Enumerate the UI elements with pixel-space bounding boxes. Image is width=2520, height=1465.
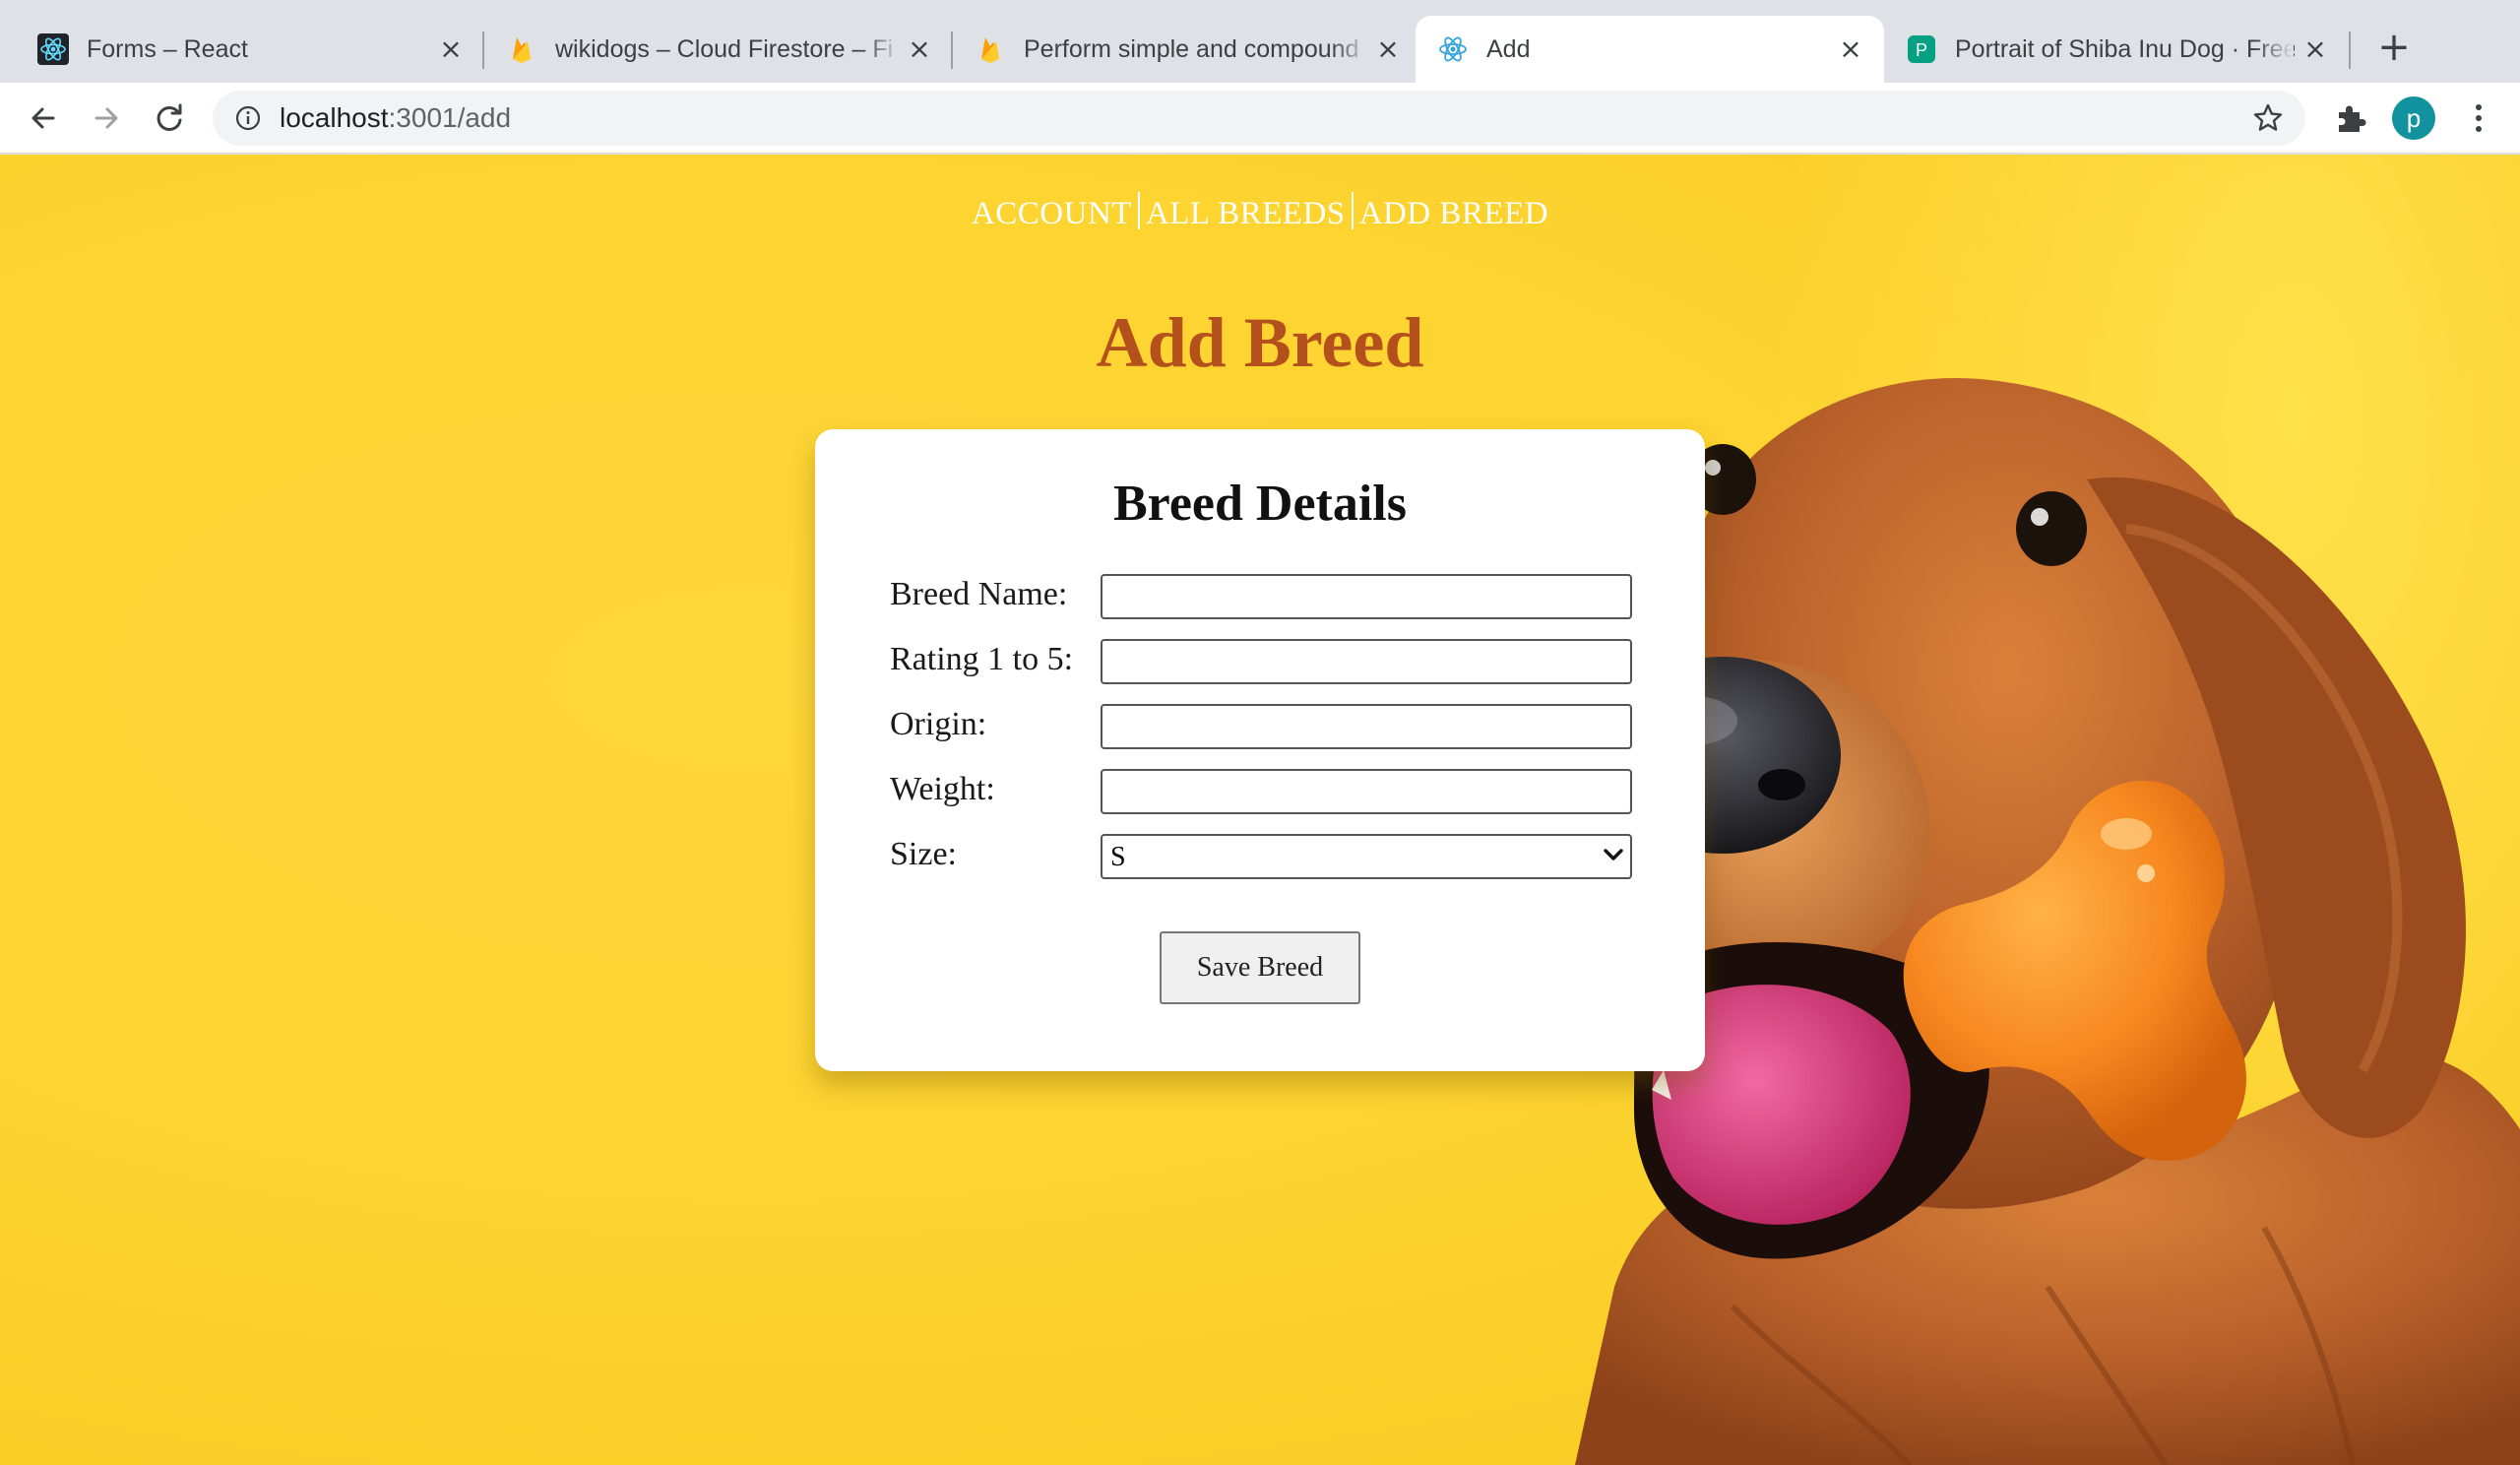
weight-row: Weight: <box>890 769 1658 814</box>
page-content: ACCOUNT ALL BREEDS ADD BREED Add Breed Bre… <box>0 155 2520 1465</box>
size-row: Size: S <box>890 834 1658 879</box>
tab-title: Portrait of Shiba Inu Dog · Free <box>1955 35 2295 63</box>
breed-name-input[interactable] <box>1101 574 1632 619</box>
forward-arrow-icon[interactable] <box>85 96 128 140</box>
browser-toolbar: localhost:3001/add p <box>0 83 2520 154</box>
tab-title-fade <box>862 32 902 67</box>
rating-input[interactable] <box>1101 639 1632 684</box>
close-tab-icon[interactable]: × <box>2301 35 2329 63</box>
new-tab-button[interactable]: + <box>2374 28 2414 67</box>
close-tab-icon[interactable]: × <box>1837 35 1864 63</box>
nav-account-link[interactable]: ACCOUNT <box>966 196 1138 231</box>
pexels-icon: P <box>1908 35 1935 63</box>
close-tab-icon[interactable]: × <box>906 35 933 63</box>
tab-title-fade <box>1331 32 1370 67</box>
firebase-icon <box>981 37 999 63</box>
size-label: Size: <box>890 836 957 872</box>
nav-add-breed-link[interactable]: ADD BREED <box>1354 196 1554 231</box>
rating-label: Rating 1 to 5: <box>890 641 1074 677</box>
tab-add-active[interactable]: Add × <box>1416 16 1884 83</box>
form-title: Breed Details <box>1113 476 1407 532</box>
extensions-puzzle-icon[interactable] <box>2333 100 2368 136</box>
more-menu-icon[interactable] <box>2461 96 2496 140</box>
tab-title: Add <box>1486 35 1531 63</box>
size-select[interactable]: S <box>1101 834 1632 879</box>
tab-title: Forms – React <box>87 35 248 63</box>
tab-strip: Forms – React × wikidogs – Cloud Firesto… <box>0 0 2520 83</box>
tab-title: Perform simple and compound <box>1024 35 1359 63</box>
origin-label: Origin: <box>890 706 987 742</box>
tab-forms-react[interactable]: Forms – React × <box>0 16 476 83</box>
weight-label: Weight: <box>890 771 995 807</box>
reload-icon[interactable] <box>148 96 191 140</box>
react-icon <box>37 33 69 65</box>
nav-all-breeds-link[interactable]: ALL BREEDS <box>1140 196 1352 231</box>
tab-title: wikidogs – Cloud Firestore – Fi <box>555 35 894 63</box>
save-breed-button[interactable]: Save Breed <box>1160 931 1360 1004</box>
close-tab-icon[interactable]: × <box>1374 35 1402 63</box>
profile-avatar[interactable]: p <box>2392 96 2435 140</box>
url-path: :3001/add <box>388 102 512 133</box>
firebase-icon <box>513 37 531 63</box>
tab-perform-queries[interactable]: Perform simple and compound × <box>937 16 1414 83</box>
url-host: localhost <box>280 102 389 133</box>
svg-text:P: P <box>1916 40 1927 60</box>
origin-input[interactable] <box>1101 704 1632 749</box>
breed-name-label: Breed Name: <box>890 576 1068 612</box>
tab-shiba-portrait[interactable]: P Portrait of Shiba Inu Dog · Free × <box>1884 16 2341 83</box>
rating-row: Rating 1 to 5: <box>890 639 1658 684</box>
weight-input[interactable] <box>1101 769 1632 814</box>
tab-divider <box>2349 32 2351 69</box>
site-info-icon[interactable] <box>234 104 262 132</box>
close-tab-icon[interactable]: × <box>437 35 465 63</box>
address-bar[interactable]: localhost:3001/add <box>213 91 2305 146</box>
breed-name-row: Breed Name: <box>890 574 1658 619</box>
origin-row: Origin: <box>890 704 1658 749</box>
breed-details-form: Breed Details Breed Name: Rating 1 to 5:… <box>815 429 1705 1071</box>
top-navigation: ACCOUNT ALL BREEDS ADD BREED <box>0 192 2520 232</box>
react-icon <box>1439 36 1467 62</box>
page-title: Add Breed <box>1096 303 1424 382</box>
tab-wikidogs-firestore[interactable]: wikidogs – Cloud Firestore – Fi × <box>469 16 945 83</box>
bookmark-star-icon[interactable] <box>2252 102 2284 134</box>
tab-title-fade <box>2254 32 2294 67</box>
url-text[interactable]: localhost:3001/add <box>280 98 511 138</box>
back-arrow-icon[interactable] <box>22 96 65 140</box>
